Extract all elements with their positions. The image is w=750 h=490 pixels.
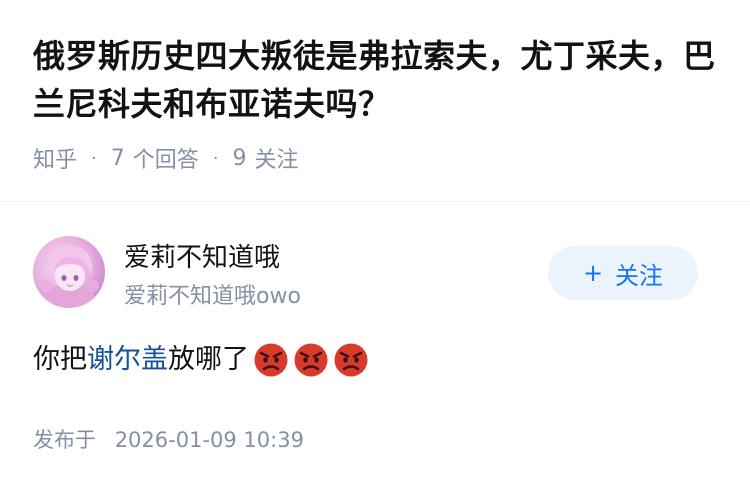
question-header: 俄罗斯历史四大叛徒是弗拉索夫，尤丁采夫，巴兰尼科夫和布亚诺夫吗？ 知乎 · 7 …: [33, 32, 723, 173]
follower-count[interactable]: 9: [233, 146, 247, 171]
follower-count-label[interactable]: 关注: [255, 142, 299, 174]
question-meta: 知乎 · 7 个回答 · 9 关注: [33, 142, 299, 174]
answer-page: 俄罗斯历史四大叛徒是弗拉索夫，尤丁采夫，巴兰尼科夫和布亚诺夫吗？ 知乎 · 7 …: [0, 0, 750, 490]
author-headline: 爱莉不知道哦owo: [124, 284, 301, 309]
plus-icon: +: [582, 259, 604, 287]
topic-link[interactable]: 谢尔盖: [87, 338, 168, 382]
avatar-image: [41, 245, 99, 308]
publish-label: 发布于: [33, 428, 96, 452]
publish-datetime: 2026-01-09 10:39: [114, 428, 304, 452]
answer-text-before: 你把: [33, 344, 87, 375]
question-title[interactable]: 俄罗斯历史四大叛徒是弗拉索夫，尤丁采夫，巴兰尼科夫和布亚诺夫吗？: [33, 32, 723, 128]
follow-button-label: 关注: [615, 261, 664, 290]
angry-face-icon: [334, 343, 368, 377]
avatar[interactable]: [33, 236, 105, 308]
angry-face-icon: [294, 343, 328, 377]
source-label[interactable]: 知乎: [33, 142, 77, 174]
meta-separator: ·: [212, 147, 219, 169]
answer-count-label[interactable]: 个回答: [133, 142, 199, 174]
angry-face-icon: [254, 343, 288, 377]
follow-button[interactable]: + 关注: [548, 246, 698, 300]
author-name[interactable]: 爱莉不知道哦: [124, 237, 280, 274]
meta-separator: ·: [91, 147, 97, 169]
answer-content: 你把 谢尔盖 放哪了: [33, 338, 373, 382]
emoji-row: [253, 342, 373, 378]
answer-count[interactable]: 7: [111, 146, 125, 171]
publish-time: 发布于 2026-01-09 10:39: [33, 424, 304, 454]
divider: [0, 201, 750, 202]
answer-text-after: 放哪了: [168, 344, 249, 375]
